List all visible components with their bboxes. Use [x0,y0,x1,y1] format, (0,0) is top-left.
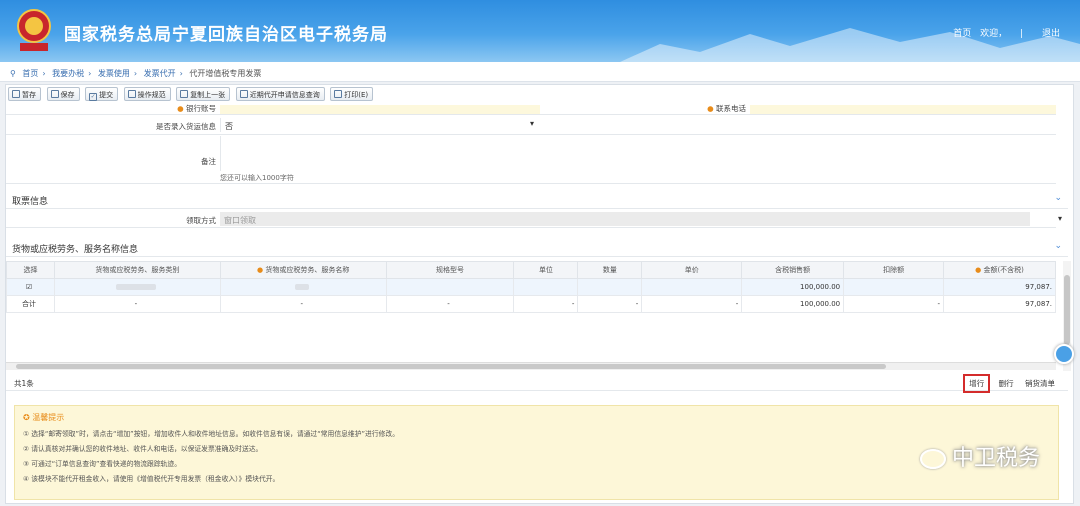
cell-amount[interactable]: 97,087. [943,278,1056,296]
col-sales-incl-tax: 含税销售额 [741,261,845,279]
breadcrumb: ⚲ 首页 › 我要办税 › 发票使用 › 发票代开 › 代开增值税专用发票 [0,62,1080,82]
goods-table: 选择 货物或应税劳务、服务类别 ● 货物或应税劳务、服务名称 规格型号 单位 数… [6,261,1056,313]
logistics-select[interactable]: 否 ▾ [220,118,538,132]
col-quantity: 数量 [577,261,643,279]
recent-query-button[interactable]: 近期代开申请信息查询 [235,87,325,101]
remark-label: 备注 [201,157,216,166]
tips-box: ✪ 温馨提示 ① 选择“邮寄领取”时，请点击“增加”按钮，增加收件人和收件地址信… [14,405,1059,500]
cell-name[interactable] [219,278,387,296]
pickup-section-header[interactable]: 取票信息 ⌄ [6,189,1068,209]
add-row-button[interactable]: 增行 [963,374,991,393]
breadcrumb-home[interactable]: 首页 [22,69,38,78]
table-horizontal-scrollbar[interactable] [6,362,1056,370]
chevron-down-icon[interactable]: ⌄ [1054,193,1062,203]
tip-item: ② 请认真核对并确认您的收件地址、收件人和电话，以保证发票准确及时送达。 [23,445,263,453]
col-spec: 规格型号 [385,261,515,279]
remark-row: 备注 您还可以输入1000字符 [6,136,1056,184]
guide-button[interactable]: 操作规范 [123,87,171,101]
bank-account-label: 银行账号 [186,104,216,113]
pickup-row: 领取方式 窗口领取 ▾ [6,210,1062,228]
cell-sales[interactable]: 100,000.00 [741,278,845,296]
site-header: 国家税务总局宁夏回族自治区电子税务局 首页 欢迎， | 退出 [0,0,1080,62]
remark-textarea[interactable] [220,136,1056,171]
goods-section-title: 货物或应税劳务、服务名称信息 [12,245,139,255]
divider: | [1020,29,1024,39]
tip-item: ③ 可通过“订单信息查询”查看快递的物流跟踪轨迹。 [23,460,182,468]
watermark: 中卫税务 [919,440,1040,472]
total-row: 合计 - - - - - - 100,000.00 - 97,087. [6,295,1056,313]
cell-unit-price[interactable] [641,278,743,296]
logistics-row: 是否录入货运信息 否 ▾ [6,116,1056,135]
chevron-down-icon[interactable]: ⌄ [1054,241,1062,251]
contact-phone-field[interactable] [750,105,1056,114]
welcome-text: 欢迎， [980,29,1008,39]
query-icon [239,90,248,98]
print-button[interactable]: 打印(E) [330,87,374,101]
submit-icon: ✓ [89,93,98,101]
chevron-down-icon[interactable]: ▾ [1058,214,1062,223]
col-name: ● 货物或应税劳务、服务名称 [219,261,387,279]
goods-section-header[interactable]: 货物或应税劳务、服务名称信息 ⌄ [6,237,1068,257]
contact-phone-label: 联系电话 [716,104,746,113]
cell-deduction[interactable] [843,278,945,296]
wechat-icon [919,449,946,469]
col-unit: 单位 [513,261,579,279]
total-label: 合计 [6,295,55,313]
pickup-method-field: 窗口领取 [220,212,1030,226]
col-category: 货物或应税劳务、服务类别 [53,261,221,279]
delete-row-button[interactable]: 删行 [996,375,1017,392]
tip-item: ④ 该模块不能代开租金收入，请使用《增值税代开专用发票（租金收入）》模块代开。 [23,475,280,483]
save-icon [50,90,59,98]
record-count: 共1条 [14,379,34,388]
location-pin-icon: ⚲ [10,69,16,78]
site-title: 国家税务总局宁夏回族自治区电子税务局 [64,25,388,45]
tips-title: 温馨提示 [32,413,65,422]
customer-service-icon[interactable] [1054,344,1074,364]
breadcrumb-tax[interactable]: 我要办税 [52,69,84,78]
save-draft-button[interactable]: 暂存 [8,87,41,101]
cell-unit[interactable] [513,278,579,296]
cell-category[interactable] [53,278,221,296]
bank-account-field[interactable] [220,105,540,114]
pager: 共1条 增行 删行 销货清单 [6,373,1068,393]
save-button[interactable]: 保存 [46,87,80,101]
sales-list-button[interactable]: 销货清单 [1022,375,1058,392]
submit-button[interactable]: ✓ 提交 [85,87,119,101]
col-unit-price: 单价 [641,261,743,279]
total-sales: 100,000.00 [741,295,845,313]
col-deduction: 扣除额 [843,261,945,279]
pickup-method-label: 领取方式 [186,216,216,225]
lightbulb-icon: ✪ [23,413,30,422]
row-checkbox[interactable]: ☑ [6,278,55,296]
pickup-section-title: 取票信息 [12,197,49,207]
guide-icon [127,90,136,98]
table-row[interactable]: ☑ 100,000.00 97,087. [6,278,1056,296]
total-amount: 97,087. [943,295,1056,313]
cell-quantity[interactable] [577,278,643,296]
col-select: 选择 [6,261,55,279]
chevron-down-icon: ▾ [529,119,534,128]
main-frame: 暂存 保存 ✓ 提交 操作规范 复制上一张 近期代开申请信息查询 打印(E) ● … [5,84,1074,504]
print-icon [334,90,343,98]
copy-previous-button[interactable]: 复制上一张 [176,87,231,101]
header-links: 首页 欢迎， | 退出 [947,26,1060,39]
copy-icon [180,90,189,98]
home-link[interactable]: 首页 [953,29,971,39]
save-draft-icon [12,90,20,98]
table-header: 选择 货物或应税劳务、服务类别 ● 货物或应税劳务、服务名称 规格型号 单位 数… [6,261,1056,279]
breadcrumb-current: 代开增值税专用发票 [189,69,262,78]
col-amount: ● 金额(不含税) [943,261,1056,279]
logistics-label: 是否录入货运信息 [156,122,216,131]
cell-spec[interactable] [385,278,515,296]
breadcrumb-invoice-use[interactable]: 发票使用 [98,69,130,78]
remark-hint: 您还可以输入1000字符 [220,174,294,182]
logout-link[interactable]: 退出 [1042,29,1060,39]
tax-emblem-icon [17,9,51,51]
bank-row: ● 银行账号 ● 联系电话 [6,104,1056,115]
breadcrumb-invoice-issue[interactable]: 发票代开 [144,69,176,78]
tip-item: ① 选择“邮寄领取”时，请点击“增加”按钮，增加收件人和收件地址信息。如收件信息… [23,430,400,438]
